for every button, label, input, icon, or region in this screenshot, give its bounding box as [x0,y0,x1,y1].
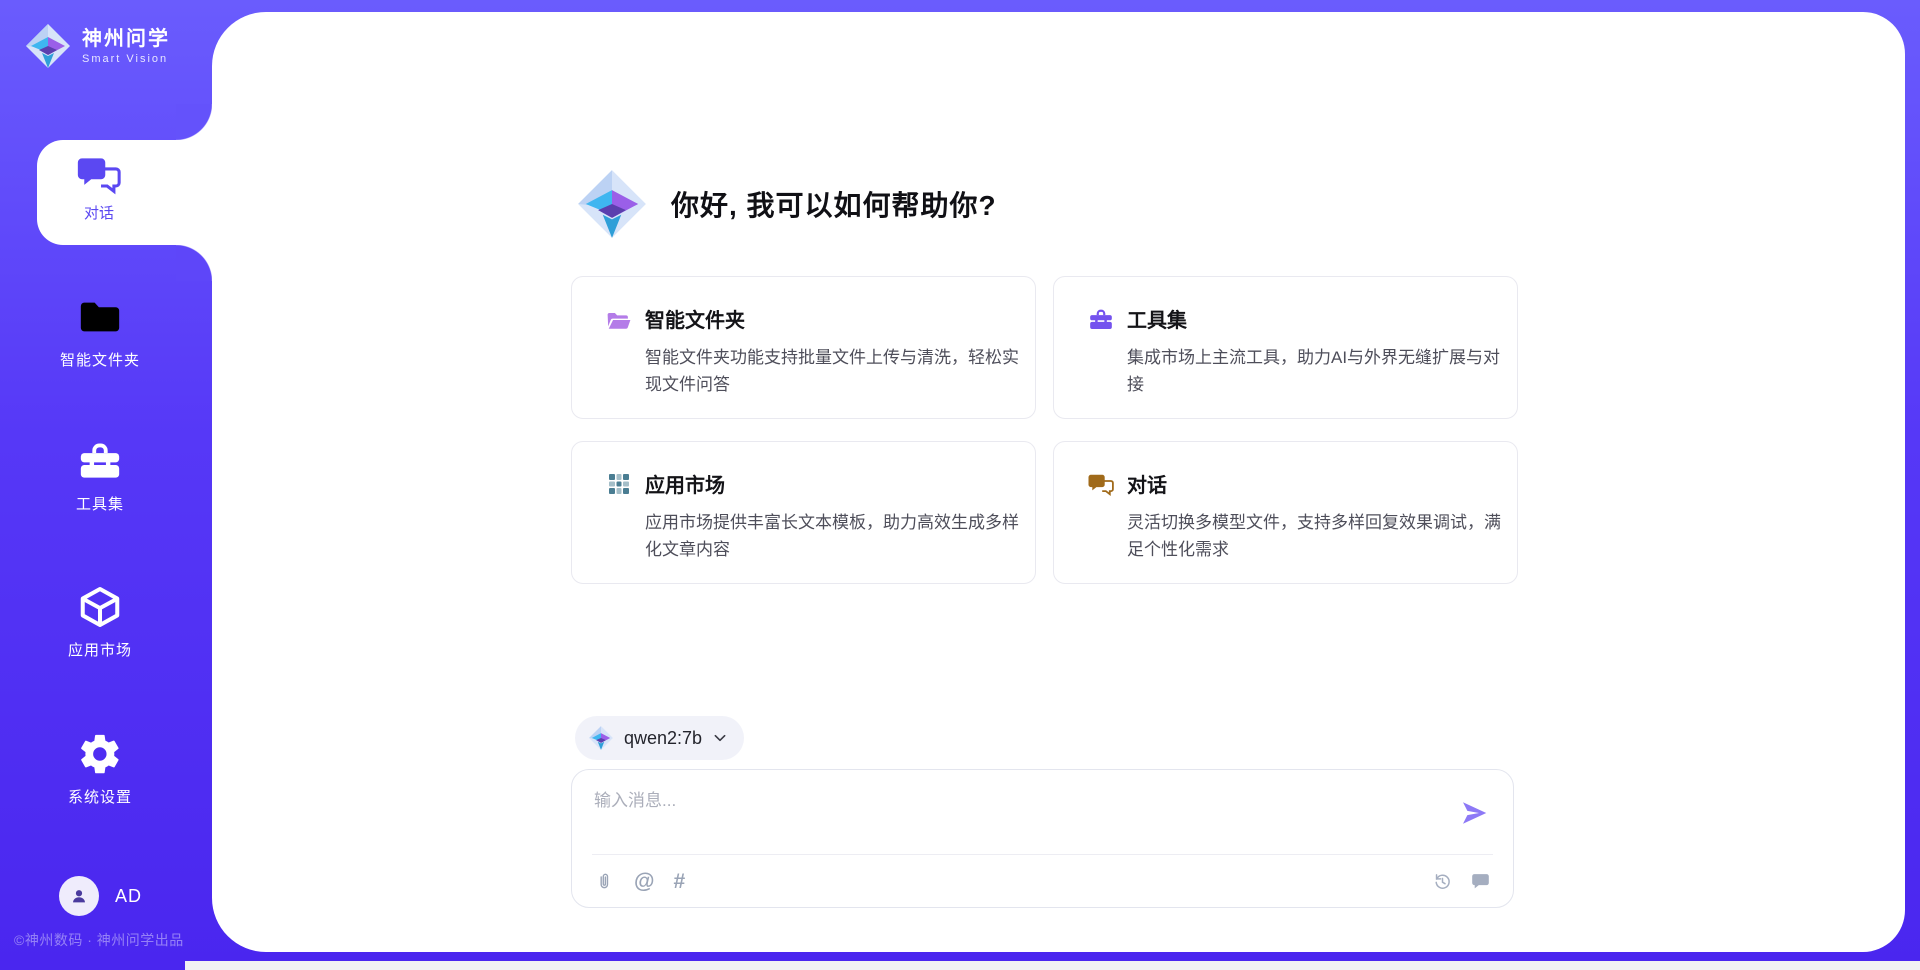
gear-icon [77,731,123,777]
sidebar-item-system-settings[interactable]: 系统设置 [0,731,200,807]
horizontal-scrollbar[interactable] [185,961,1920,970]
user-account[interactable]: AD [59,876,142,916]
hash-topic-icon[interactable]: # [673,871,685,892]
sidebar-item-label: 对话 [84,202,114,223]
greeting-text: 你好, 我可以如何帮助你? [671,184,997,224]
card-app-market[interactable]: 应用市场 应用市场提供丰富长文本模板，助力高效生成多样化文章内容 [571,441,1036,584]
card-description: 应用市场提供丰富长文本模板，助力高效生成多样化文章内容 [645,509,1033,563]
gem-logo-icon [24,22,72,70]
history-icon[interactable] [1432,871,1453,892]
copyright-footer: ©神州数码 · 神州问学出品 [14,930,214,950]
card-smart-folder[interactable]: 智能文件夹 智能文件夹功能支持批量文件上传与清洗，轻松实现文件问答 [571,276,1036,419]
send-button[interactable] [1459,796,1493,830]
greeting: 你好, 我可以如何帮助你? [575,167,997,241]
grid-tiles-icon [606,472,632,496]
composer-toolbar: @ # [594,855,1491,907]
message-input[interactable] [594,786,1424,844]
card-title: 工具集 [1127,304,1187,333]
model-selector[interactable]: qwen2:7b [575,716,744,760]
sidebar-item-label: 智能文件夹 [60,349,140,370]
card-title: 对话 [1127,469,1167,498]
brand-logo: 神州问学 Smart Vision [24,22,170,70]
folder-open-icon [606,307,632,331]
sidebar-item-label: 系统设置 [68,786,132,807]
gem-logo-icon [588,725,614,751]
card-toolset[interactable]: 工具集 集成市场上主流工具，助力AI与外界无缝扩展与对接 [1053,276,1518,419]
folder-icon [77,294,123,340]
card-description: 灵活切换多模型文件，支持多样回复效果调试，满足个性化需求 [1127,509,1515,563]
person-icon [68,885,90,907]
sidebar-item-chat[interactable]: 对话 [37,140,212,245]
card-description: 智能文件夹功能支持批量文件上传与清洗，轻松实现文件问答 [645,344,1033,398]
card-chat[interactable]: 对话 灵活切换多模型文件，支持多样回复效果调试，满足个性化需求 [1053,441,1518,584]
message-composer: @ # [571,769,1514,908]
sidebar-item-label: 工具集 [76,493,124,514]
gem-logo-icon [575,167,649,241]
card-title: 智能文件夹 [645,304,745,333]
card-title: 应用市场 [645,469,725,498]
chevron-down-icon [712,730,728,746]
send-icon [1459,798,1489,828]
card-description: 集成市场上主流工具，助力AI与外界无缝扩展与对接 [1127,344,1515,398]
sidebar-item-toolset[interactable]: 工具集 [0,438,200,514]
attachment-paperclip-icon[interactable] [594,871,615,892]
avatar [59,876,99,916]
chat-icon [77,153,121,195]
sidebar-item-smart-folder[interactable]: 智能文件夹 [0,294,200,370]
at-mention-icon[interactable]: @ [634,871,654,892]
chat-bubbles-icon [1088,472,1114,496]
chat-bubble-solid-icon[interactable] [1470,871,1491,892]
toolbox-icon [77,438,123,484]
brand-subtitle: Smart Vision [82,53,170,65]
sidebar-item-app-market[interactable]: 应用市场 [0,584,200,660]
feature-cards: 智能文件夹 智能文件夹功能支持批量文件上传与清洗，轻松实现文件问答 工具集 集成… [571,276,1518,584]
user-initials: AD [115,886,142,907]
brand-name: 神州问学 [82,27,170,51]
briefcase-icon [1088,307,1114,331]
sidebar-item-label: 应用市场 [68,639,132,660]
model-name: qwen2:7b [624,728,702,749]
cube-icon [77,584,123,630]
